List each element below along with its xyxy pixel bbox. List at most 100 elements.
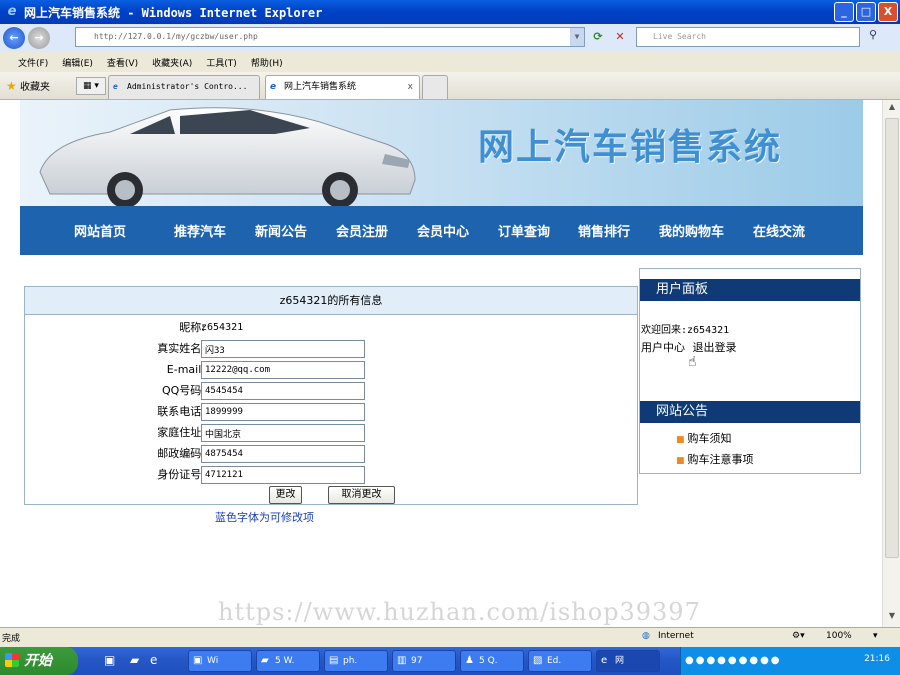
minimize-button[interactable]: _ <box>834 2 854 22</box>
nav-sales-ranking[interactable]: 销售排行 <box>578 221 630 240</box>
taskbar-item-label: 网 <box>615 656 625 666</box>
folder-icon[interactable]: ▰ <box>130 653 139 667</box>
address-input[interactable] <box>201 424 365 442</box>
nickname-value: z654321 <box>201 322 244 333</box>
refresh-icon[interactable]: ⟳ <box>588 28 608 46</box>
page-content: 网上汽车销售系统 网站首页 推荐汽车 新闻公告 会员注册 会员中心 订单查询 销… <box>0 100 882 627</box>
address-dropdown-icon[interactable]: ▼ <box>570 28 584 46</box>
maximize-button[interactable]: □ <box>856 2 876 22</box>
scroll-thumb[interactable] <box>885 118 899 558</box>
save-button[interactable]: 更改 <box>269 486 302 504</box>
hand-cursor-icon: ☝ <box>688 354 697 370</box>
tab-admin[interactable]: e Administrator's Contro... <box>108 75 260 99</box>
site-title: 网上汽车销售系统 <box>478 127 783 168</box>
email-input[interactable] <box>201 361 365 379</box>
new-tab-button[interactable] <box>422 75 448 99</box>
window-controls: _ □ X <box>834 2 898 22</box>
taskbar-item[interactable]: ▥ 97 <box>392 650 456 672</box>
menu-file[interactable]: 文件(F) <box>18 56 48 69</box>
nav-recommended-cars[interactable]: 推荐汽车 <box>174 221 226 240</box>
windows-flag-icon <box>5 653 19 667</box>
status-text: 完成 <box>2 634 21 644</box>
taskbar-item[interactable]: ♟ 5 Q. <box>460 650 524 672</box>
start-label: 开始 <box>24 653 52 669</box>
forward-button[interactable]: → <box>28 27 50 49</box>
star-icon: ★ <box>6 79 17 93</box>
taskbar-item-label: 5 W. <box>275 656 295 666</box>
site-nav: 网站首页 推荐汽车 新闻公告 会员注册 会员中心 订单查询 销售排行 我的购物车… <box>20 206 863 255</box>
nav-chat[interactable]: 在线交流 <box>753 221 805 240</box>
taskbar-item[interactable]: ▧ Ed. <box>528 650 592 672</box>
logout-link[interactable]: 退出登录 <box>693 341 737 354</box>
scroll-up-icon[interactable]: ▲ <box>885 102 899 116</box>
stop-icon[interactable]: ✕ <box>610 28 630 46</box>
taskbar-item-ie[interactable]: e网 <box>596 650 660 672</box>
menu-edit[interactable]: 编辑(E) <box>62 56 93 69</box>
zone-text: Internet <box>658 631 694 641</box>
desktop-icon[interactable]: ▣ <box>104 653 115 667</box>
postcode-input[interactable] <box>201 445 365 463</box>
user-center-link[interactable]: 用户中心 <box>641 341 685 354</box>
notice-label: 购车须知 <box>687 432 732 445</box>
protected-mode-icon[interactable]: ⚙▾ <box>792 631 805 641</box>
ie-tab-icon: e <box>113 82 118 91</box>
realname-input[interactable] <box>201 340 365 358</box>
search-icon[interactable]: ⚲ <box>864 28 882 46</box>
nav-order-query[interactable]: 订单查询 <box>498 221 550 240</box>
field-row: 身份证号: <box>25 466 639 486</box>
menu-help[interactable]: 帮助(H) <box>251 56 283 69</box>
taskbar-item[interactable]: ▤ ph. <box>324 650 388 672</box>
field-row: 家庭住址: <box>25 424 639 444</box>
status-bar: 完成 ◍ Internet ⚙▾ 100% ▾ <box>0 627 900 647</box>
menu-tools[interactable]: 工具(T) <box>206 56 237 69</box>
ie-logo-icon: e <box>7 4 17 19</box>
nav-cart[interactable]: 我的购物车 <box>659 221 724 240</box>
ie-quicklaunch-icon[interactable]: e <box>150 653 157 667</box>
notice-label: 购车注意事项 <box>687 453 754 466</box>
menu-view[interactable]: 查看(V) <box>107 56 138 69</box>
favorites-button[interactable]: ★ 收藏夹 <box>6 78 50 93</box>
qq-input[interactable] <box>201 382 365 400</box>
scroll-down-icon[interactable]: ▼ <box>885 611 899 625</box>
cancel-button[interactable]: 取消更改 <box>328 486 395 504</box>
email-label: E-mail: <box>166 363 205 376</box>
field-row: 真实姓名: <box>25 340 639 360</box>
menu-favorites[interactable]: 收藏夹(A) <box>152 56 192 69</box>
close-button[interactable]: X <box>878 2 898 22</box>
taskbar-item[interactable]: ▰ 5 W. <box>256 650 320 672</box>
nickname-label: 昵称: <box>179 321 205 334</box>
nav-news[interactable]: 新闻公告 <box>255 221 307 240</box>
notice-item[interactable]: ■ 购车须知 <box>676 430 732 446</box>
vertical-scrollbar[interactable]: ▲ ▼ <box>882 100 900 627</box>
notice-item[interactable]: ■ 购车注意事项 <box>676 451 754 467</box>
window-titlebar[interactable]: e 网上汽车销售系统 - Windows Internet Explorer _… <box>0 0 900 24</box>
address-toolbar: ← → http://127.0.0.1/my/gczbw/user.php ▼… <box>0 24 900 52</box>
favorites-label: 收藏夹 <box>19 82 50 93</box>
app-icon: ▣ <box>193 655 203 666</box>
search-placeholder: Live Search <box>653 32 706 41</box>
field-row: 邮政编码: <box>25 445 639 465</box>
tab-close-icon[interactable]: x <box>408 76 413 98</box>
edit-hint: 蓝色字体为可修改项 <box>215 511 314 524</box>
tab-car-sales[interactable]: e 网上汽车销售系统 x <box>265 75 420 99</box>
idcard-input[interactable] <box>201 466 365 484</box>
nav-home[interactable]: 网站首页 <box>74 221 126 240</box>
quick-tabs-icon[interactable]: ▦ ▾ <box>76 77 106 95</box>
address-bar[interactable]: http://127.0.0.1/my/gczbw/user.php ▼ <box>75 27 585 47</box>
zoom-dropdown-icon[interactable]: ▾ <box>873 631 878 641</box>
field-row: E-mail: <box>25 361 639 381</box>
phone-input[interactable] <box>201 403 365 421</box>
zoom-level[interactable]: 100% <box>826 631 852 641</box>
tray-icons[interactable]: ●●●●●●●●● <box>685 655 782 666</box>
taskbar-item-label: 97 <box>411 656 423 666</box>
back-button[interactable]: ← <box>3 27 25 49</box>
taskbar: 开始 ▣ ▰ e ▣ Wi ▰ 5 W. ▤ ph. ▥ 97 ♟ 5 Q. ▧ Ed. e… <box>0 647 900 675</box>
start-button[interactable]: 开始 <box>0 647 78 675</box>
search-input[interactable]: Live Search <box>636 27 860 47</box>
window-title: 网上汽车销售系统 - Windows Internet Explorer <box>24 5 323 20</box>
app-icon: ▥ <box>397 655 407 666</box>
nav-register[interactable]: 会员注册 <box>336 221 388 240</box>
field-row: 联系电话: <box>25 403 639 423</box>
nav-member-center[interactable]: 会员中心 <box>417 221 469 240</box>
taskbar-item[interactable]: ▣ Wi <box>188 650 252 672</box>
